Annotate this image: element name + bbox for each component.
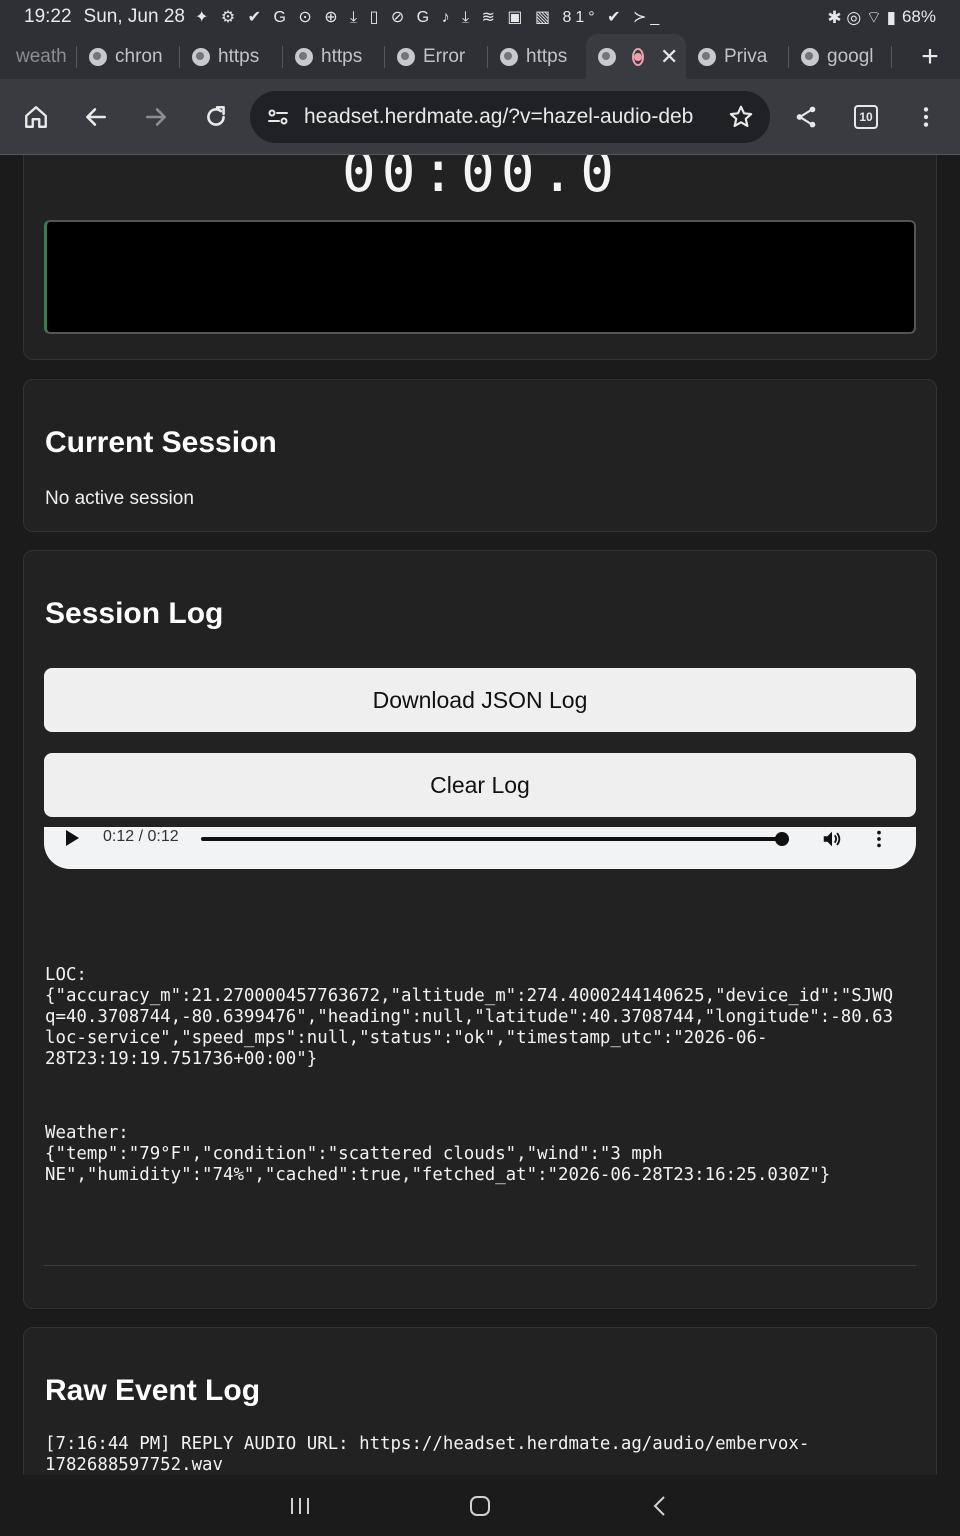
reload-button[interactable]: [186, 87, 246, 147]
weather-line: NE","humidity":"74%","cached":true,"fetc…: [45, 1165, 831, 1185]
globe-icon: [397, 47, 415, 66]
tab-weather[interactable]: weath: [0, 34, 77, 79]
recording-timer: 00:00.0: [341, 155, 620, 205]
session-log-card: Session Log Download JSON Log Clear Log …: [23, 550, 937, 1309]
more-vert-icon[interactable]: [869, 828, 889, 850]
tab-https-3[interactable]: https: [488, 34, 586, 79]
seek-knob[interactable]: [774, 832, 789, 846]
chevron-left-icon: [653, 1495, 665, 1516]
raw-event-log-title: Raw Event Log: [45, 1374, 261, 1407]
divider: [44, 1265, 916, 1266]
system-nav-bar: [0, 1475, 960, 1536]
recorder-card: 00:00.0: [23, 155, 937, 360]
globe-icon: [295, 47, 313, 66]
back-nav-button[interactable]: [630, 1476, 690, 1536]
plus-icon: +: [921, 39, 939, 73]
loc-line: {"accuracy_m":21.270000457763672,"altitu…: [45, 986, 894, 1006]
home-circle-icon: [470, 1495, 490, 1516]
tab-google[interactable]: googl: [789, 34, 892, 79]
tab-label: https: [526, 45, 568, 67]
close-tab-icon[interactable]: ✕: [660, 44, 678, 70]
tab-error[interactable]: Error: [385, 34, 488, 79]
tab-active-recording[interactable]: ✕: [586, 34, 686, 79]
screen: 19:22 Sun, Jun 28 ✦ ⚙ ✔ G ⊙ ⊕ ⤓ ▯ ⊘ G ♪ …: [0, 0, 960, 1536]
audio-visualizer: [44, 220, 916, 334]
tab-count: 10: [854, 104, 878, 129]
connectivity-icons: ✱ ◎ ⌔ ▮: [827, 7, 896, 27]
weather-label: Weather:: [45, 1123, 129, 1143]
tab-switcher-button[interactable]: 10: [836, 87, 896, 147]
browser-toolbar: headset.herdmate.ag/?v=hazel-audio-debug…: [0, 79, 960, 155]
current-session-title: Current Session: [45, 426, 277, 459]
site-settings-icon[interactable]: [266, 105, 290, 129]
tab-label: Priva: [724, 45, 768, 67]
tab-chrome[interactable]: chron: [77, 34, 180, 79]
menu-button[interactable]: [896, 87, 956, 147]
battery-percent: 68%: [901, 7, 936, 26]
globe-icon: [801, 47, 819, 66]
home-icon: [25, 105, 47, 128]
back-button[interactable]: [66, 87, 126, 147]
share-button[interactable]: [776, 87, 836, 147]
loc-line: q=40.3708744,-80.6399476","heading":null…: [45, 1007, 894, 1027]
clear-log-button[interactable]: Clear Log: [44, 753, 916, 817]
volume-icon[interactable]: [821, 828, 843, 850]
bookmark-star-icon[interactable]: [728, 104, 754, 130]
tab-privacy[interactable]: Priva: [686, 34, 789, 79]
page-content: 00:00.0 Current Session No active sessio…: [0, 155, 960, 1475]
home-button[interactable]: [6, 87, 66, 147]
forward-button[interactable]: [126, 87, 186, 147]
tab-label: https: [218, 45, 260, 67]
chrome-icon: [89, 47, 107, 66]
current-session-card: Current Session No active session: [23, 379, 937, 532]
tab-https-2[interactable]: https: [283, 34, 385, 79]
url-text[interactable]: headset.herdmate.ag/?v=hazel-audio-debug: [304, 105, 694, 129]
arrow-left-icon: [86, 107, 106, 126]
globe-icon: [192, 47, 210, 66]
event-log-line: 1782688597752.wav: [45, 1455, 223, 1475]
tab-https-1[interactable]: https: [180, 34, 283, 79]
notification-icons: ✦ ⚙ ✔ G ⊙ ⊕ ⤓ ▯ ⊘ G ♪ ⤓ ≋ ▣ ▧ 81° ✔ ≻_: [194, 9, 664, 26]
share-icon: [796, 106, 816, 127]
tab-label: weath: [16, 45, 67, 67]
loc-label: LOC:: [45, 965, 87, 985]
loc-line: 28T23:19:19.751736+00:00"}: [45, 1049, 318, 1069]
weather-line: {"temp":"79°F","condition":"scattered cl…: [45, 1144, 663, 1164]
event-log-line: [7:16:44 PM] REPLY AUDIO URL: https://he…: [45, 1434, 810, 1454]
tab-label: googl: [827, 45, 874, 67]
raw-event-log-card: Raw Event Log [7:16:44 PM] REPLY AUDIO U…: [23, 1327, 937, 1475]
recents-button[interactable]: [270, 1476, 330, 1536]
more-vert-icon: [923, 106, 929, 127]
session-status: No active session: [45, 488, 194, 509]
recording-icon: [632, 47, 644, 66]
tab-strip: weath chron https https Error https ✕ Pr…: [0, 34, 960, 79]
system-icons: ✱ ◎ ⌔ ▮ 68%: [827, 7, 936, 28]
status-bar: 19:22 Sun, Jun 28 ✦ ⚙ ✔ G ⊙ ⊕ ⤓ ▯ ⊘ G ♪ …: [0, 0, 960, 34]
globe-icon: [500, 47, 518, 66]
tab-label: Error: [423, 45, 466, 67]
tab-label: chron: [115, 45, 163, 67]
home-nav-button[interactable]: [450, 1476, 510, 1536]
reload-icon: [207, 105, 225, 126]
audio-player: 0:12 / 0:12: [44, 827, 916, 869]
arrow-right-icon: [146, 107, 166, 126]
download-json-log-button[interactable]: Download JSON Log: [44, 668, 916, 732]
status-date: Sun, Jun 28: [83, 6, 185, 27]
globe-icon: [698, 47, 716, 66]
player-time: 0:12 / 0:12: [103, 828, 179, 845]
address-bar[interactable]: headset.herdmate.ag/?v=hazel-audio-debug: [250, 90, 770, 143]
recents-icon: [291, 1497, 309, 1514]
session-log-title: Session Log: [45, 597, 224, 630]
tab-label: https: [321, 45, 363, 67]
loc-line: loc-service","speed_mps":null,"status":"…: [45, 1028, 768, 1048]
seek-slider[interactable]: [200, 832, 789, 846]
new-tab-button[interactable]: +: [900, 34, 960, 79]
globe-icon: [598, 47, 616, 66]
status-time: 19:22: [24, 6, 72, 27]
play-icon[interactable]: [66, 830, 79, 846]
